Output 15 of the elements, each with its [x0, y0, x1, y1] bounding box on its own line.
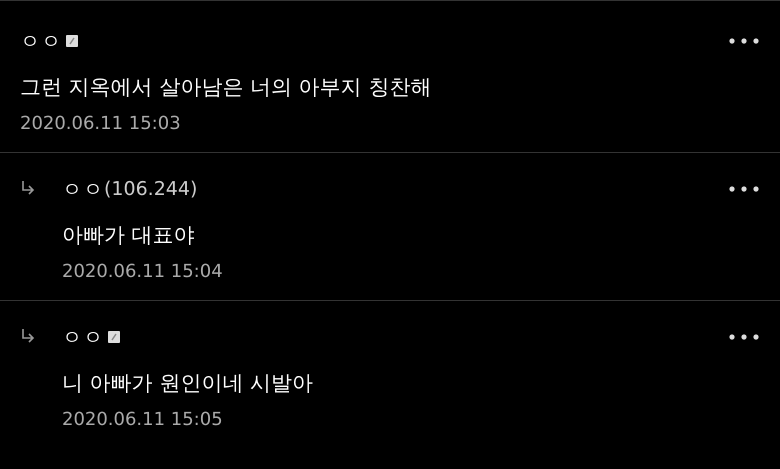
more-icon[interactable] — [728, 333, 760, 341]
comment-text: 아빠가 대표야 — [62, 222, 196, 249]
more-icon[interactable] — [728, 37, 760, 45]
ip-address: (106.244) — [104, 178, 198, 200]
timestamp: 2020.06.11 15:04 — [62, 261, 224, 282]
reply-arrow-icon — [20, 327, 36, 345]
reply-arrow-icon — [20, 179, 36, 197]
comment-text: 니 아빠가 원인이네 시발아 — [62, 370, 314, 397]
user-name: ㅇㅇ — [62, 324, 104, 350]
user-name: ㅇㅇ — [62, 176, 104, 202]
comment-text: 그런 지옥에서 살아남은 너의 아부지 칭찬해 — [20, 74, 432, 101]
timestamp: 2020.06.11 15:05 — [62, 409, 224, 430]
user-name: ㅇㅇ — [20, 28, 62, 54]
more-icon[interactable] — [728, 185, 760, 193]
timestamp: 2020.06.11 15:03 — [20, 113, 182, 134]
